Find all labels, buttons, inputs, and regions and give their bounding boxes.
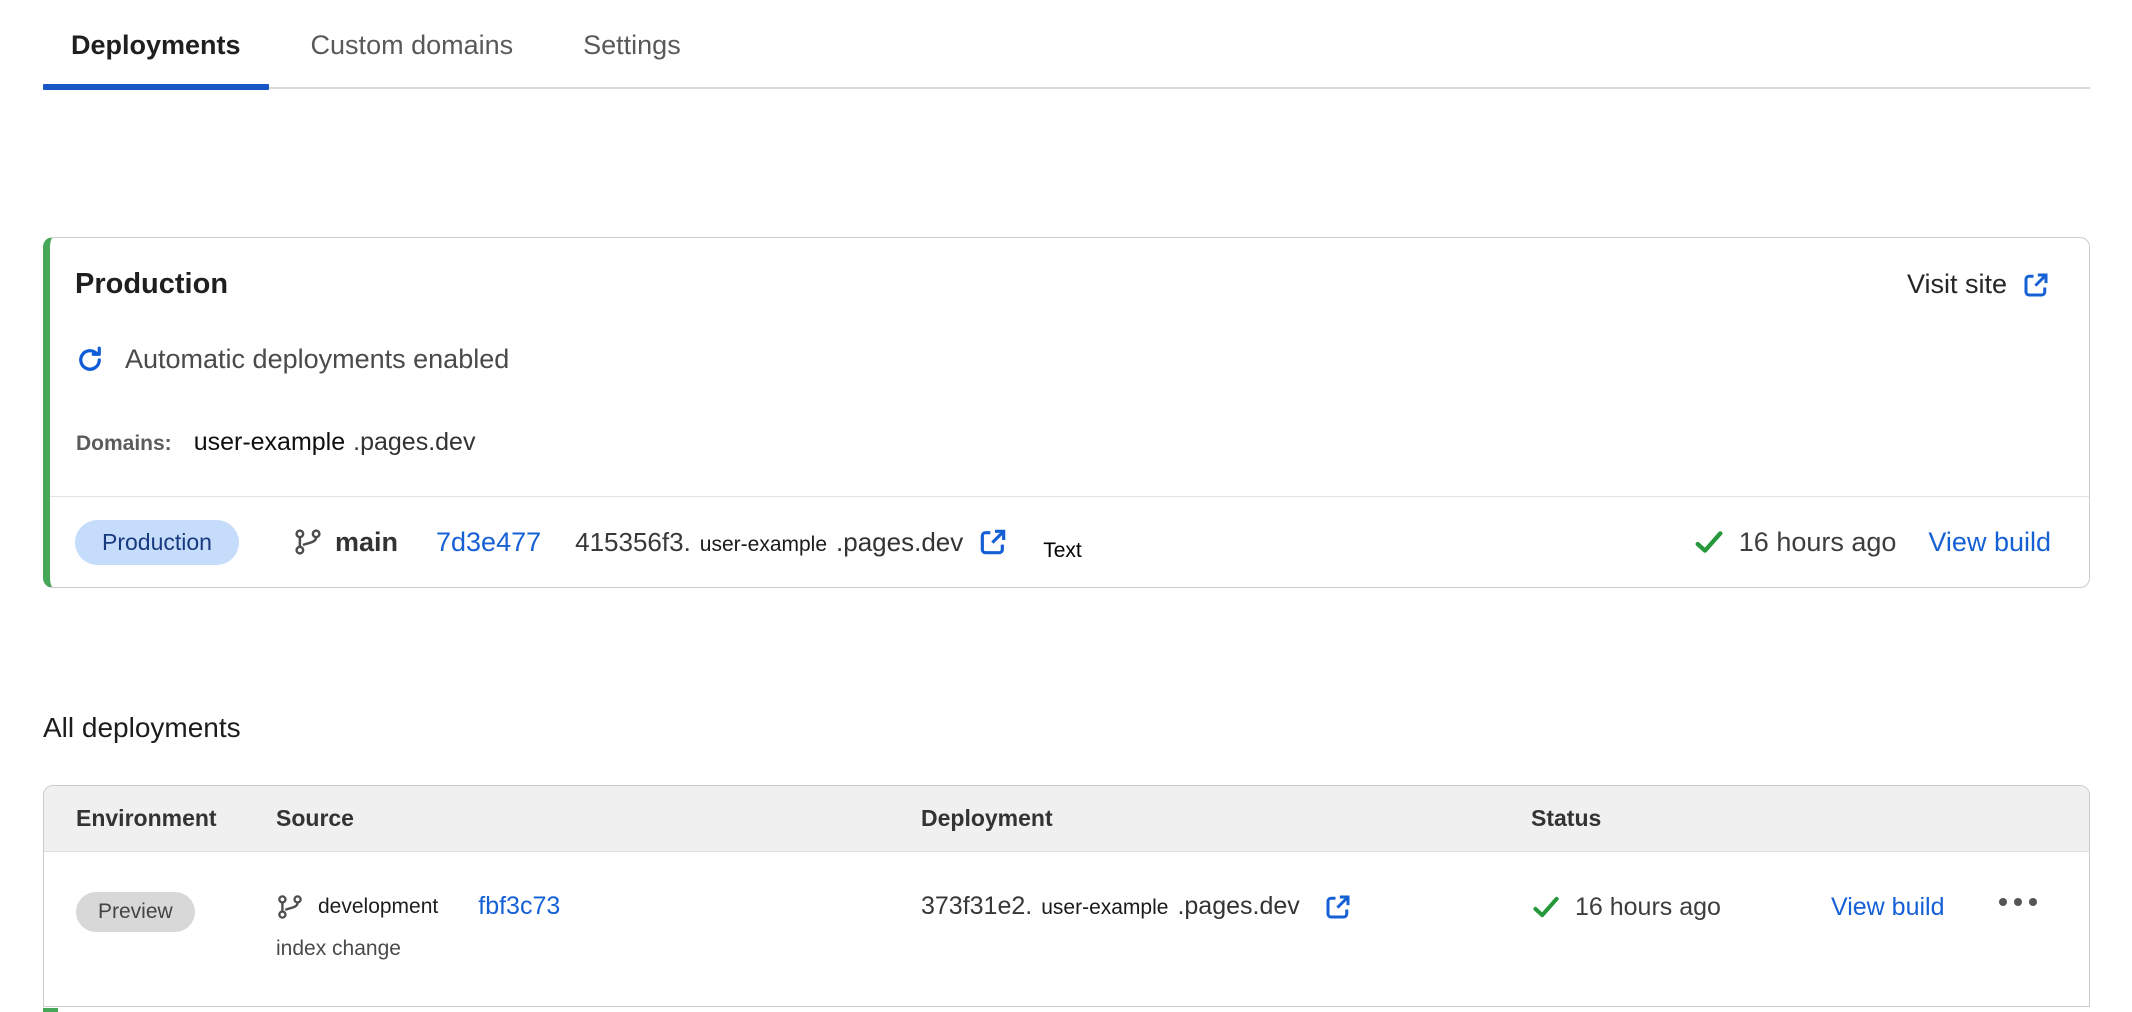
external-link-icon[interactable] bbox=[1323, 892, 1353, 922]
commit-message: index change bbox=[276, 937, 921, 961]
column-status: Status bbox=[1531, 805, 2057, 832]
deployment-project: user-example bbox=[1041, 896, 1168, 920]
deployment-suffix: .pages.dev bbox=[836, 527, 963, 558]
source-cell: development fbf3c73 index change bbox=[276, 892, 921, 961]
git-branch-icon bbox=[276, 893, 304, 921]
domain-name: user-example bbox=[194, 428, 345, 457]
commit-link[interactable]: 7d3e477 bbox=[436, 527, 541, 558]
domains-row: Domains: user-example .pages.dev bbox=[76, 428, 475, 457]
table-header: Environment Source Deployment Status bbox=[44, 786, 2089, 852]
column-deployment: Deployment bbox=[921, 805, 1531, 832]
refresh-icon bbox=[75, 345, 105, 375]
deployment-suffix: .pages.dev bbox=[1177, 892, 1299, 921]
production-card-header: Production Visit site bbox=[75, 268, 2051, 301]
branch-name: development bbox=[318, 895, 438, 919]
deployment-hash: 373f31e2. bbox=[921, 892, 1032, 921]
next-section-edge bbox=[43, 1008, 58, 1012]
overflow-menu-icon[interactable] bbox=[1999, 898, 2037, 906]
deployments-table: Environment Source Deployment Status Pre… bbox=[43, 785, 2090, 1007]
column-environment: Environment bbox=[76, 805, 276, 832]
commit-link[interactable]: fbf3c73 bbox=[478, 892, 560, 921]
visit-site-link[interactable]: Visit site bbox=[1907, 269, 2051, 300]
auto-deployments-row: Automatic deployments enabled bbox=[75, 344, 509, 375]
table-row: Preview development fbf3c73 bbox=[44, 852, 2089, 1007]
view-build-link[interactable]: View build bbox=[1831, 893, 1945, 922]
production-deployment-row: Production main 7d3e477 415356f3. user-e… bbox=[75, 497, 2051, 587]
tab-custom-domains[interactable]: Custom domains bbox=[283, 20, 542, 87]
external-link-icon[interactable] bbox=[977, 526, 1009, 558]
deployment-cell: 373f31e2. user-example .pages.dev bbox=[921, 892, 1531, 922]
visit-site-label: Visit site bbox=[1907, 269, 2007, 300]
deployment-hash: 415356f3. bbox=[575, 527, 691, 558]
pages-project-panel: Deployments Custom domains Settings Prod… bbox=[0, 0, 2132, 1012]
view-build-link[interactable]: View build bbox=[1928, 527, 2051, 558]
deployment-url: 415356f3. user-example .pages.dev bbox=[575, 527, 963, 558]
deployment-time: 16 hours ago bbox=[1739, 527, 1897, 558]
domain-suffix: .pages.dev bbox=[353, 428, 475, 457]
environment-badge: Preview bbox=[76, 892, 195, 932]
all-deployments-title: All deployments bbox=[43, 712, 241, 744]
text-annotation: Text bbox=[1043, 539, 1082, 563]
auto-deployments-text: Automatic deployments enabled bbox=[125, 344, 509, 375]
environment-badge: Production bbox=[75, 520, 239, 565]
domains-label: Domains: bbox=[76, 432, 172, 456]
deployment-project: user-example bbox=[700, 533, 827, 557]
production-card: Production Visit site Automa bbox=[43, 237, 2090, 588]
deployment-status: 16 hours ago View build bbox=[1693, 526, 2051, 558]
branch-name: main bbox=[335, 527, 398, 558]
success-check-icon bbox=[1531, 892, 1561, 922]
production-title: Production bbox=[75, 268, 228, 301]
status-cell: 16 hours ago View build bbox=[1531, 892, 2057, 922]
external-link-icon bbox=[2021, 270, 2051, 300]
tab-bar: Deployments Custom domains Settings bbox=[43, 20, 2090, 89]
git-branch-icon bbox=[293, 527, 323, 557]
tab-deployments[interactable]: Deployments bbox=[43, 20, 269, 87]
column-source: Source bbox=[276, 805, 921, 832]
tab-settings[interactable]: Settings bbox=[555, 20, 709, 87]
environment-cell: Preview bbox=[76, 892, 276, 932]
success-check-icon bbox=[1693, 526, 1725, 558]
deployment-time: 16 hours ago bbox=[1575, 893, 1721, 922]
